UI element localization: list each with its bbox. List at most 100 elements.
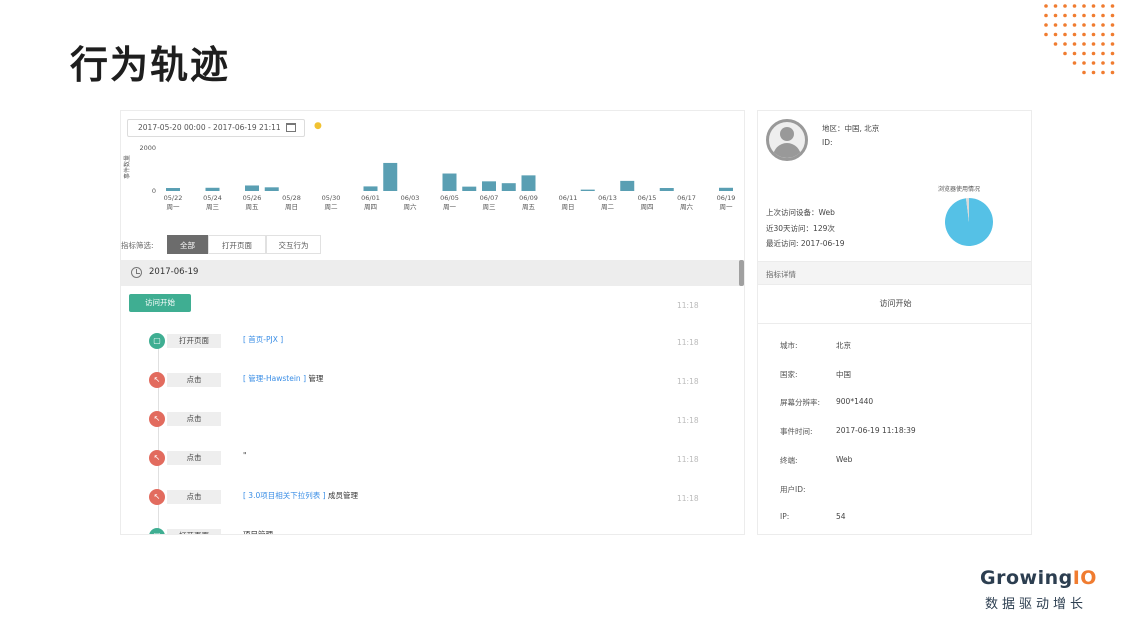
decorative-dot [1091, 13, 1096, 18]
timeline-event-row[interactable]: ↖ 点击 " 11:18 [121, 448, 741, 468]
detail-value: 2017-06-19 11:18:39 [836, 426, 916, 436]
x-tick-day: 周一 [443, 203, 457, 211]
x-tick-day: 周六 [404, 202, 418, 211]
x-tick-date: 06/07 [480, 194, 499, 202]
click-icon: ↖ [149, 372, 165, 388]
event-link[interactable]: [ 首页-PJX ] [243, 335, 283, 344]
event-link[interactable]: [ 管理-Hawstein ] [243, 374, 306, 383]
x-tick-day: 周日 [285, 203, 298, 211]
detail-header-text: 指标详情 [766, 270, 796, 279]
user-info-panel: 地区：中国, 北京 ID: 浏览器使用情况 上次访问设备：Web 近30天访问：… [757, 110, 1032, 535]
timeline-event-row[interactable]: ▢ 打开页面 [ 首页-PJX ] 11:18 [121, 331, 741, 351]
decorative-dot [1072, 42, 1077, 46]
tab-open-page[interactable]: 打开页面 [208, 235, 266, 254]
detail-label: IP: [780, 512, 790, 522]
timeline-event-row[interactable]: ↖ 点击 [ 3.0项目相关下拉列表 ] 成员管理 11:18 [121, 487, 741, 507]
decorative-dot [1082, 42, 1086, 46]
growingio-logo: GrowingIO [980, 567, 1097, 589]
decorative-dot [1044, 23, 1048, 27]
x-tick-date: 06/03 [401, 194, 420, 202]
decorative-dot [1044, 4, 1048, 8]
chart-bar [521, 175, 536, 191]
decorative-dot [1072, 32, 1077, 37]
x-tick-day: 周四 [364, 203, 377, 211]
event-type-label: 打开页面 [167, 334, 221, 348]
event-time: 11:18 [677, 416, 699, 425]
detail-title: 访问开始 [879, 299, 912, 308]
detail-header: 指标详情 [758, 261, 1031, 285]
decorative-dot [1110, 13, 1115, 18]
event-time: 11:18 [677, 338, 699, 347]
tab-interaction[interactable]: 交互行为 [266, 235, 321, 254]
browser-pie-title: 浏览器使用情况 [938, 186, 981, 193]
event-suffix: 成员管理 [325, 491, 358, 500]
decorative-dot [1110, 51, 1115, 56]
decorative-dot [1044, 13, 1048, 18]
chart-bar [442, 173, 457, 191]
x-tick-date: 05/22 [164, 194, 183, 202]
scrollbar-thumb[interactable] [739, 260, 744, 286]
detail-label: 终端: [780, 455, 798, 465]
last-visit: 最近访问: 2017-06-19 [766, 239, 845, 248]
detail-label: 国家: [780, 369, 798, 379]
chart-bar [659, 188, 674, 191]
decorative-dot [1110, 42, 1115, 46]
decorative-dot [1082, 61, 1086, 65]
chart-bar [719, 187, 733, 191]
decorative-dot [1082, 32, 1086, 37]
clock-icon [131, 267, 142, 278]
decorative-dot [1082, 70, 1086, 75]
x-tick-date: 05/26 [243, 194, 262, 202]
page-icon: ▢ [149, 528, 165, 534]
x-tick-date: 06/11 [559, 194, 578, 202]
timeline-event-row[interactable]: ↖ 点击 [ 管理-Hawstein ] 管理 11:18 [121, 370, 741, 390]
decorative-dot [1091, 32, 1096, 37]
decorative-dot [1110, 32, 1115, 37]
decorative-dot [1101, 4, 1105, 8]
decorative-dot [1101, 23, 1105, 27]
x-tick-day: 周四 [641, 203, 654, 211]
metric-filter-row: 指标筛选: 全部 打开页面 交互行为 [121, 235, 744, 257]
x-tick-day: 周六 [680, 202, 694, 211]
calendar-icon[interactable] [286, 123, 296, 132]
date-range-picker[interactable]: 2017-05-20 00:00 - 2017-06-19 21:11 [127, 119, 305, 137]
date-range-text: 2017-05-20 00:00 - 2017-06-19 21:11 [138, 123, 281, 132]
detail-value: 900*1440 [836, 397, 874, 407]
detail-value: 54 [836, 512, 846, 522]
timeline-event-row[interactable]: ↖ 点击 11:18 [121, 409, 741, 429]
x-tick-day: 周二 [325, 203, 339, 211]
tab-all[interactable]: 全部 [167, 235, 208, 254]
lightbulb-icon[interactable]: ● [314, 121, 322, 131]
detail-divider [758, 323, 1031, 324]
decorative-dot [1101, 70, 1105, 75]
filter-label: 指标筛选: [121, 241, 154, 250]
decorative-dot [1063, 13, 1067, 18]
click-icon: ↖ [149, 489, 165, 505]
event-link[interactable]: [ 3.0项目相关下拉列表 ] [243, 491, 326, 500]
chart-bar [580, 189, 595, 191]
visit-start-time: 11:18 [677, 301, 699, 310]
x-tick-date: 06/05 [440, 194, 459, 202]
chart-bar [264, 187, 279, 191]
timeline-event-row[interactable]: ▢打开页面 项目管理 [121, 526, 741, 535]
avatar [766, 119, 808, 161]
event-suffix: 项目管理 [243, 530, 273, 535]
decorative-dot [1082, 4, 1086, 8]
x-tick-date: 06/19 [717, 194, 736, 202]
x-tick-date: 05/28 [282, 194, 301, 202]
event-time: 11:18 [677, 377, 699, 386]
decorative-dot [1101, 32, 1105, 37]
decorative-dot [1053, 23, 1058, 27]
page-icon: ▢ [149, 333, 165, 349]
x-tick-day: 周一 [720, 203, 734, 211]
chart-bar [205, 187, 220, 191]
chart-bar [501, 183, 516, 191]
decorative-dot [1072, 23, 1077, 27]
chart-bar [166, 188, 180, 191]
decorative-dot [1091, 61, 1096, 65]
event-description: [ 3.0项目相关下拉列表 ] 成员管理 [243, 490, 358, 501]
detail-label: 用户ID: [780, 484, 806, 494]
visits-30d: 近30天访问：129次 [766, 224, 835, 233]
event-time: 11:18 [677, 494, 699, 503]
decorative-dot [1063, 42, 1067, 46]
